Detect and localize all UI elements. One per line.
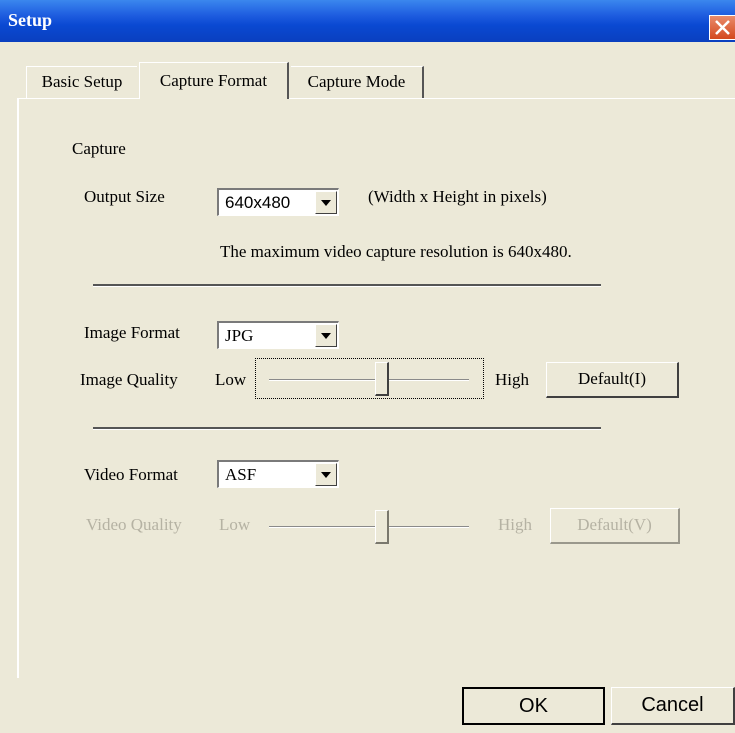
chevron-down-icon[interactable] bbox=[315, 191, 337, 214]
video-quality-low-label: Low bbox=[219, 515, 251, 534]
slider-track bbox=[269, 379, 469, 381]
output-size-select[interactable]: 640x480 bbox=[217, 188, 339, 216]
video-format-value: ASF bbox=[225, 465, 257, 484]
slider-thumb[interactable] bbox=[375, 510, 389, 544]
image-quality-high-label: High bbox=[495, 370, 529, 389]
divider bbox=[93, 427, 601, 430]
output-size-value: 640x480 bbox=[225, 193, 291, 212]
max-resolution-note: The maximum video capture resolution is … bbox=[220, 242, 572, 261]
tab-capture-mode[interactable]: Capture Mode bbox=[291, 66, 424, 98]
video-format-label: Video Format bbox=[84, 465, 178, 484]
image-format-value: JPG bbox=[225, 326, 254, 345]
title-bar[interactable]: Setup bbox=[0, 0, 735, 42]
image-format-select[interactable]: JPG bbox=[217, 321, 339, 349]
video-quality-label: Video Quality bbox=[86, 515, 182, 534]
video-quality-slider[interactable] bbox=[256, 506, 485, 547]
slider-thumb[interactable] bbox=[375, 362, 389, 396]
image-format-label: Image Format bbox=[84, 323, 180, 342]
image-default-button[interactable]: Default(I) bbox=[546, 362, 679, 398]
chevron-down-icon[interactable] bbox=[315, 463, 337, 486]
close-button[interactable] bbox=[709, 15, 735, 40]
ok-button[interactable]: OK bbox=[462, 687, 605, 725]
output-size-label: Output Size bbox=[84, 187, 165, 206]
capture-section-label: Capture bbox=[72, 139, 126, 158]
window-title: Setup bbox=[8, 10, 53, 30]
cancel-button[interactable]: Cancel bbox=[611, 687, 735, 725]
image-quality-slider[interactable] bbox=[255, 358, 484, 399]
image-quality-low-label: Low bbox=[215, 370, 247, 389]
slider-track bbox=[269, 526, 469, 528]
output-size-hint: (Width x Height in pixels) bbox=[368, 187, 547, 206]
tab-capture-format[interactable]: Capture Format bbox=[139, 62, 289, 99]
chevron-down-icon[interactable] bbox=[315, 324, 337, 347]
divider bbox=[93, 284, 601, 287]
video-format-select[interactable]: ASF bbox=[217, 460, 339, 488]
video-quality-high-label: High bbox=[498, 515, 532, 534]
close-icon bbox=[715, 20, 730, 35]
image-quality-label: Image Quality bbox=[80, 370, 178, 389]
tab-basic-setup[interactable]: Basic Setup bbox=[26, 66, 137, 98]
video-default-button[interactable]: Default(V) bbox=[550, 508, 680, 544]
